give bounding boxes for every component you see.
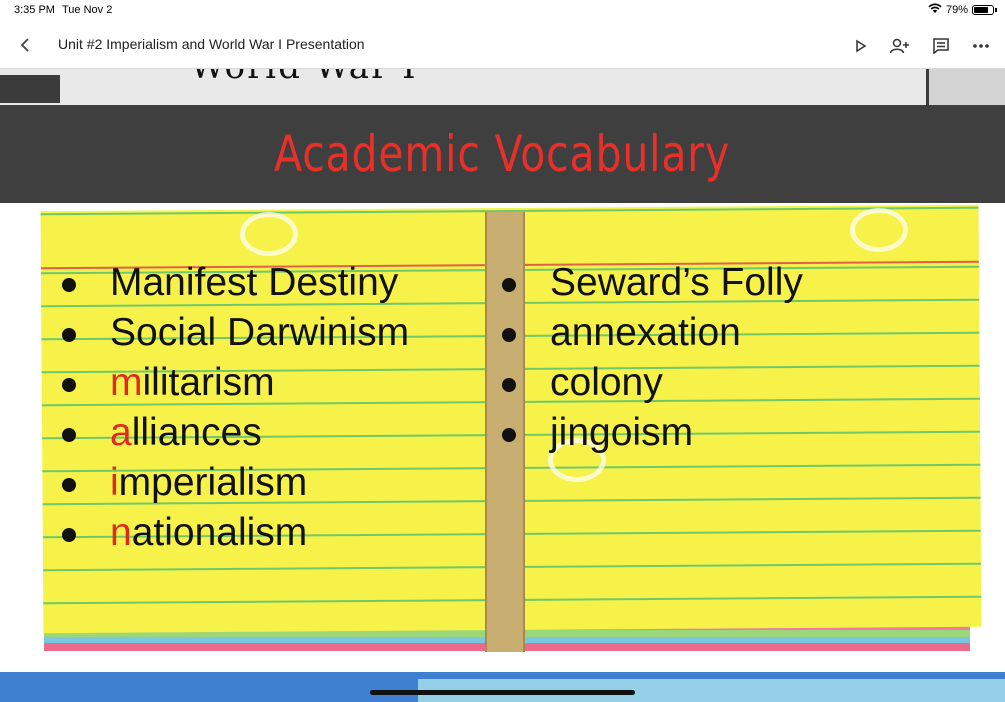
bullet-icon	[502, 328, 516, 342]
vocab-term: Manifest Destiny	[110, 261, 399, 304]
vocab-term: imperialism	[110, 461, 308, 504]
comments-button[interactable]	[928, 33, 954, 59]
more-options-button[interactable]	[968, 33, 994, 59]
slide-heading: Academic Vocabulary	[274, 125, 731, 183]
chevron-left-icon	[20, 38, 29, 52]
vocab-term: colony	[550, 361, 663, 404]
comment-icon	[933, 38, 949, 55]
status-time: 3:35 PM	[14, 4, 55, 16]
app-toolbar: Unit #2 Imperialism and World War I Pres…	[0, 22, 1005, 69]
play-icon	[856, 39, 867, 53]
previous-slide-title: World War I	[190, 69, 418, 87]
vocab-term: alliances	[110, 411, 262, 454]
bullet-icon	[502, 428, 516, 442]
status-bar: 3:35 PM Tue Nov 2 79%	[0, 0, 1005, 22]
status-date: Tue Nov 2	[62, 4, 113, 16]
previous-slide-preview[interactable]: World War I	[0, 69, 1005, 105]
bullet-icon	[502, 278, 516, 292]
document-title: Unit #2 Imperialism and World War I Pres…	[58, 36, 365, 52]
battery-icon	[972, 5, 994, 15]
wifi-icon	[928, 3, 942, 17]
bullet-icon	[62, 278, 76, 292]
bullet-icon	[62, 428, 76, 442]
slide-decoration	[0, 75, 60, 103]
watermark-logo	[240, 212, 298, 256]
back-button[interactable]	[14, 34, 36, 56]
bullet-icon	[502, 378, 516, 392]
status-indicators: 79%	[928, 3, 997, 17]
share-button[interactable]	[887, 33, 913, 59]
slide-decoration	[926, 69, 1005, 105]
bullet-icon	[62, 528, 76, 542]
vocab-term: Seward’s Folly	[550, 261, 803, 304]
bullet-icon	[62, 478, 76, 492]
present-button[interactable]	[848, 33, 874, 59]
vocab-term: militarism	[110, 361, 275, 404]
bullet-icon	[62, 378, 76, 392]
vocab-term: annexation	[550, 311, 741, 354]
battery-tip	[995, 8, 997, 12]
more-icon	[973, 44, 989, 48]
vocab-term: Social Darwinism	[110, 311, 410, 354]
battery-level	[974, 7, 989, 13]
home-indicator[interactable]	[370, 690, 635, 695]
vocab-term: nationalism	[110, 511, 308, 554]
battery-percent: 79%	[945, 4, 968, 16]
watermark-logo	[850, 208, 908, 252]
slide-title-banner: Academic Vocabulary	[0, 105, 1005, 203]
bullet-icon	[62, 328, 76, 342]
add-person-icon	[889, 38, 909, 54]
vocab-term: jingoism	[550, 411, 694, 454]
